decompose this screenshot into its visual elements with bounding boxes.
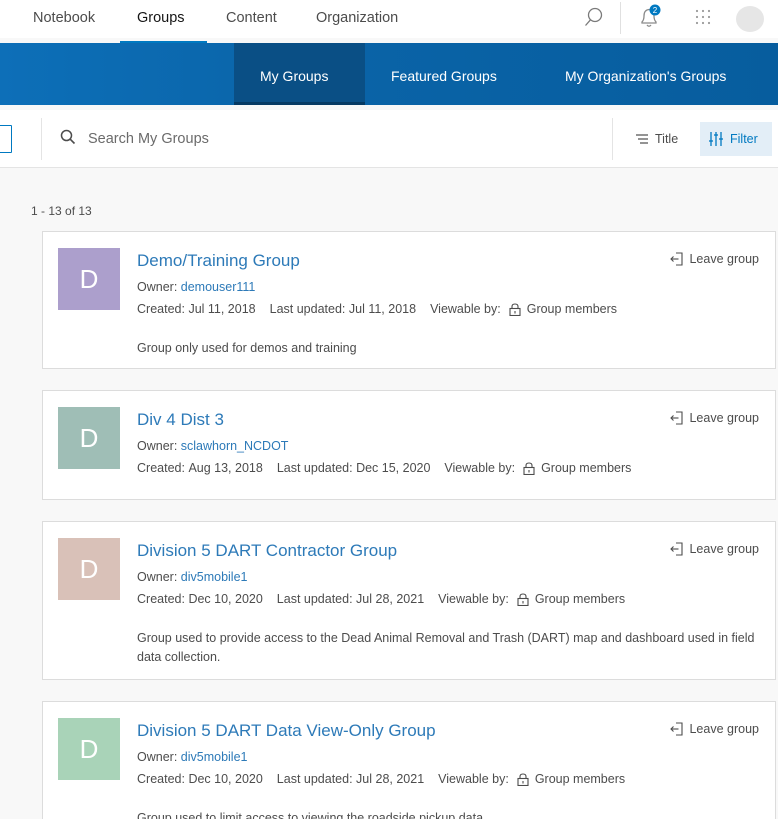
lock-icon [509, 302, 521, 316]
group-owner: Owner: div5mobile1 [137, 750, 248, 764]
group-title[interactable]: Demo/Training Group [137, 251, 300, 271]
nav-organization[interactable]: Organization [316, 0, 398, 38]
side-panel-toggle[interactable] [0, 125, 12, 153]
toolbar-divider [612, 118, 613, 160]
group-meta: Created: Aug 13, 2018 Last updated: Dec … [137, 461, 632, 475]
group-card: D Div 4 Dist 3 Owner: sclawhorn_NCDOT Cr… [42, 390, 776, 500]
group-tabs-bar: My Groups Featured Groups My Organizatio… [0, 43, 778, 105]
updated-date: Jul 28, 2021 [356, 772, 425, 786]
sort-label: Title [655, 132, 679, 146]
filter-sliders-icon [709, 132, 723, 146]
sort-button[interactable]: Title [635, 128, 678, 150]
leave-icon [670, 722, 684, 736]
group-description: Group used to limit access to viewing th… [137, 811, 487, 819]
group-thumbnail[interactable]: D [58, 538, 120, 600]
leave-group-button[interactable]: Leave group [670, 542, 759, 556]
owner-link[interactable]: sclawhorn_NCDOT [181, 439, 289, 453]
lock-icon [517, 772, 529, 786]
updated-date: Dec 15, 2020 [356, 461, 431, 475]
nav-groups[interactable]: Groups [137, 0, 185, 38]
search-input[interactable] [88, 124, 588, 154]
viewable-by: Group members [526, 302, 618, 316]
user-avatar[interactable] [736, 6, 764, 32]
group-card: D Division 5 DART Contractor Group Owner… [42, 521, 776, 680]
group-owner: Owner: demouser111 [137, 280, 256, 294]
leave-group-button[interactable]: Leave group [670, 252, 759, 266]
viewable-by: Group members [534, 592, 626, 606]
nav-content[interactable]: Content [226, 0, 277, 38]
group-title[interactable]: Div 4 Dist 3 [137, 410, 224, 430]
leave-icon [670, 542, 684, 556]
created-date: Dec 10, 2020 [188, 772, 263, 786]
group-description: Group used to provide access to the Dead… [137, 631, 755, 664]
nav-notebook[interactable]: Notebook [33, 0, 95, 38]
viewable-by: Group members [534, 772, 626, 786]
top-navigation: Notebook Groups Content Organization 2 [0, 0, 778, 44]
tab-my-groups[interactable]: My Groups [260, 43, 328, 105]
sort-icon [636, 134, 648, 144]
group-thumbnail[interactable]: D [58, 407, 120, 469]
created-date: Dec 10, 2020 [188, 592, 263, 606]
owner-link[interactable]: demouser111 [181, 280, 256, 294]
toolbar-divider [41, 118, 42, 160]
search-toolbar: Title Filter [0, 110, 778, 168]
notification-count: 2 [653, 6, 658, 15]
leave-icon [670, 252, 684, 266]
lock-icon [517, 592, 529, 606]
search-icon[interactable] [584, 7, 604, 29]
leave-group-button[interactable]: Leave group [670, 722, 759, 736]
group-owner: Owner: sclawhorn_NCDOT [137, 439, 289, 453]
group-meta: Created: Dec 10, 2020 Last updated: Jul … [137, 592, 626, 606]
updated-date: Jul 28, 2021 [356, 592, 425, 606]
owner-link[interactable]: div5mobile1 [181, 750, 248, 764]
lock-icon [523, 461, 535, 475]
created-date: Jul 11, 2018 [188, 302, 256, 316]
group-meta: Created: Jul 11, 2018 Last updated: Jul … [137, 302, 618, 316]
results-count: 1 - 13 of 13 [31, 204, 92, 218]
group-description: Group only used for demos and training [137, 341, 357, 355]
filter-button[interactable]: Filter [700, 122, 772, 156]
group-thumbnail[interactable]: D [58, 718, 120, 780]
group-owner: Owner: div5mobile1 [137, 570, 248, 584]
updated-date: Jul 11, 2018 [348, 302, 417, 316]
group-card: D Division 5 DART Data View-Only Group O… [42, 701, 776, 819]
leave-icon [670, 411, 684, 425]
group-meta: Created: Dec 10, 2020 Last updated: Jul … [137, 772, 626, 786]
group-title[interactable]: Division 5 DART Data View-Only Group [137, 721, 436, 741]
search-icon [60, 129, 76, 145]
leave-group-button[interactable]: Leave group [670, 411, 759, 425]
group-thumbnail[interactable]: D [58, 248, 120, 310]
created-date: Aug 13, 2018 [188, 461, 263, 475]
bell-icon[interactable]: 2 [637, 3, 663, 31]
apps-grid-icon[interactable] [694, 8, 712, 26]
owner-link[interactable]: div5mobile1 [181, 570, 248, 584]
filter-label: Filter [730, 132, 758, 146]
group-title[interactable]: Division 5 DART Contractor Group [137, 541, 397, 561]
group-card: D Demo/Training Group Owner: demouser111… [42, 231, 776, 369]
viewable-by: Group members [541, 461, 632, 475]
tab-my-organizations-groups[interactable]: My Organization's Groups [565, 43, 726, 105]
topnav-divider [620, 2, 621, 34]
tab-featured-groups[interactable]: Featured Groups [391, 43, 497, 105]
